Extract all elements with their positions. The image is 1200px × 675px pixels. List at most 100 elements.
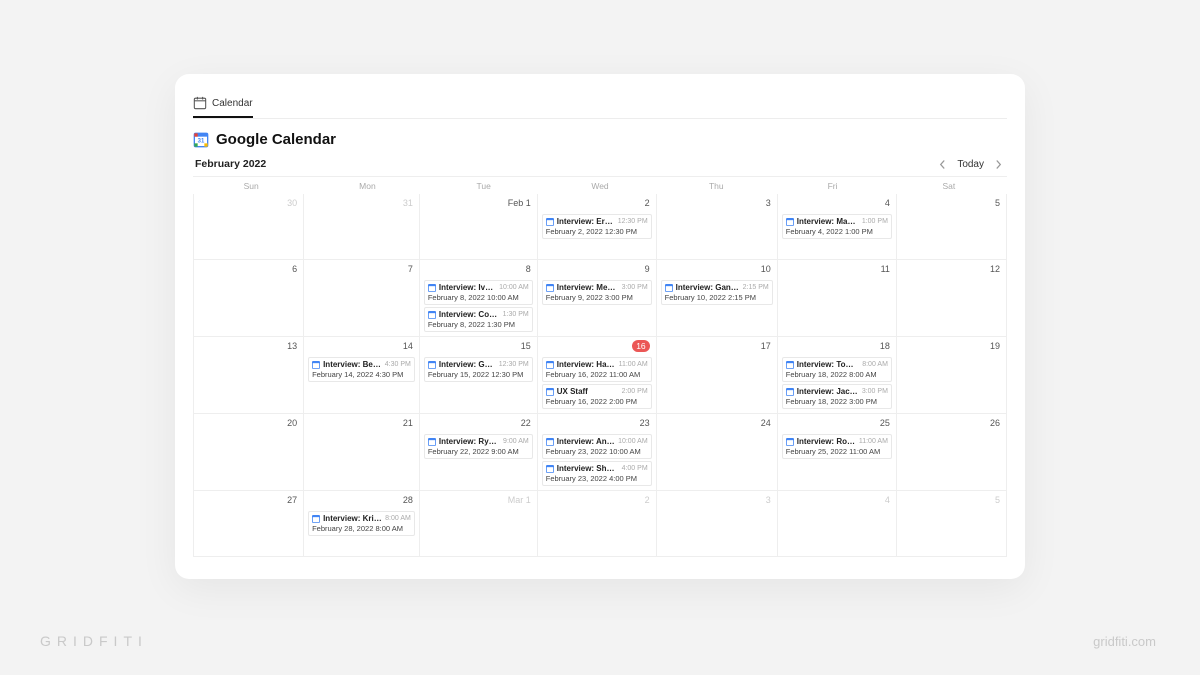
day-number: 13 [287, 341, 297, 351]
event-list: Interview: Megan ...3:00 PMFebruary 9, 2… [542, 280, 652, 305]
calendar-event[interactable]: Interview: Becca C4:30 PMFebruary 14, 20… [308, 357, 415, 382]
calendar-event[interactable]: Interview: Eric S...12:30 PMFebruary 2, … [542, 214, 652, 239]
event-time: 12:30 PM [499, 361, 529, 368]
calendar-event[interactable]: Interview: Cory Etz1:30 PMFebruary 8, 20… [424, 307, 533, 332]
day-number: 19 [990, 341, 1000, 351]
next-month-button[interactable] [992, 160, 1005, 169]
calendar-day-cell[interactable]: 22Interview: Ryan H9:00 AMFebruary 22, 2… [420, 414, 538, 491]
event-title: Interview: Cory Etz [439, 310, 500, 319]
event-source-icon [546, 465, 554, 473]
page-title: Google Calendar [216, 131, 336, 148]
calendar-event[interactable]: Interview: Jackie B3:00 PMFebruary 18, 2… [782, 384, 892, 409]
event-source-icon [312, 515, 320, 523]
calendar-event[interactable]: Interview: Kris C8:00 AMFebruary 28, 202… [308, 511, 415, 536]
current-month: February 2022 [195, 158, 266, 170]
calendar-event[interactable]: Interview: Ganesh S2:15 PMFebruary 10, 2… [661, 280, 773, 305]
event-list: Interview: Becca C4:30 PMFebruary 14, 20… [308, 357, 415, 382]
event-datetime: February 23, 2022 10:00 AM [546, 447, 648, 456]
event-datetime: February 8, 2022 1:30 PM [428, 320, 529, 329]
weekday-label: Wed [542, 177, 658, 194]
event-datetime: February 14, 2022 4:30 PM [312, 370, 411, 379]
day-number: 25 [880, 418, 890, 428]
chevron-right-icon [994, 160, 1003, 169]
calendar-day-cell[interactable]: 18Interview: Tommy L8:00 AMFebruary 18, … [778, 337, 897, 414]
calendar-day-cell[interactable]: 2 [538, 491, 657, 557]
calendar-event[interactable]: Interview: Ryan H9:00 AMFebruary 22, 202… [424, 434, 533, 459]
calendar-day-cell[interactable]: 14Interview: Becca C4:30 PMFebruary 14, … [304, 337, 420, 414]
calendar-event[interactable]: Interview: Ivan Z10:00 AMFebruary 8, 202… [424, 280, 533, 305]
event-title: Interview: Becca C [323, 360, 382, 369]
event-datetime: February 10, 2022 2:15 PM [665, 293, 769, 302]
calendar-day-cell[interactable]: 4Interview: Mandy ...1:00 PMFebruary 4, … [778, 194, 897, 260]
calendar-event[interactable]: UX Staff2:00 PMFebruary 16, 2022 2:00 PM [542, 384, 652, 409]
calendar-day-cell[interactable]: 25 Interview: Rob S11:00 AMFebruary 25, 2… [778, 414, 897, 491]
event-datetime: February 22, 2022 9:00 AM [428, 447, 529, 456]
calendar-day-cell[interactable]: 31 [304, 194, 420, 260]
calendar-event[interactable]: Interview: Galen P12:30 PMFebruary 15, 2… [424, 357, 533, 382]
calendar-day-cell[interactable]: 24 [657, 414, 778, 491]
event-list: Interview: Ganesh S2:15 PMFebruary 10, 2… [661, 280, 773, 305]
event-source-icon [546, 438, 554, 446]
calendar-day-cell[interactable]: 28 Interview: Kris C8:00 AMFebruary 28, 2… [304, 491, 420, 557]
calendar-day-cell[interactable]: 6 [194, 260, 304, 337]
day-number: 6 [292, 264, 297, 274]
event-time: 11:00 AM [619, 361, 648, 368]
calendar-day-cell[interactable]: 19 [897, 337, 1007, 414]
day-number: Feb 1 [508, 198, 531, 208]
calendar-day-cell[interactable]: Feb 1 [420, 194, 538, 260]
calendar-day-cell[interactable]: 3 [657, 194, 778, 260]
calendar-event[interactable]: Interview: Tommy L8:00 AMFebruary 18, 20… [782, 357, 892, 382]
calendar-day-cell[interactable]: 3 [657, 491, 778, 557]
calendar-day-cell[interactable]: 13 [194, 337, 304, 414]
day-number: 3 [766, 495, 771, 505]
calendar-event[interactable]: Interview: Hanna...11:00 AMFebruary 16, … [542, 357, 652, 382]
day-number: 5 [995, 198, 1000, 208]
day-number: 11 [881, 264, 890, 274]
event-title: Interview: Eric S... [557, 217, 615, 226]
calendar-day-cell[interactable]: 8Interview: Ivan Z10:00 AMFebruary 8, 20… [420, 260, 538, 337]
event-time: 2:15 PM [743, 284, 769, 291]
calendar-day-cell[interactable]: 16Interview: Hanna...11:00 AMFebruary 16… [538, 337, 657, 414]
event-source-icon [546, 218, 554, 226]
calendar-event[interactable]: Interview: Mandy ...1:00 PMFebruary 4, 2… [782, 214, 892, 239]
calendar-day-cell[interactable]: 30 [194, 194, 304, 260]
calendar-event[interactable]: Interview: Angeli...10:00 AMFebruary 23,… [542, 434, 652, 459]
weekday-header: SunMonTueWedThuFriSat [193, 176, 1007, 194]
calendar-day-cell[interactable]: 15Interview: Galen P12:30 PMFebruary 15,… [420, 337, 538, 414]
calendar-day-cell[interactable]: 5 [897, 491, 1007, 557]
calendar-day-cell[interactable]: 21 [304, 414, 420, 491]
event-list: Interview: Eric S...12:30 PMFebruary 2, … [542, 214, 652, 239]
event-title: Interview: Megan ... [557, 283, 619, 292]
calendar-event[interactable]: Interview: Shalini L4:00 PMFebruary 23, … [542, 461, 652, 486]
calendar-day-cell[interactable]: 27 [194, 491, 304, 557]
calendar-event[interactable]: Interview: Rob S11:00 AMFebruary 25, 202… [782, 434, 892, 459]
calendar-day-cell[interactable]: 23 Interview: Angeli...10:00 AMFebruary 2… [538, 414, 657, 491]
calendar-day-cell[interactable]: Mar 1 [420, 491, 538, 557]
calendar-day-cell[interactable]: 20 [194, 414, 304, 491]
prev-month-button[interactable] [936, 160, 949, 169]
day-number: 28 [403, 495, 413, 505]
calendar-event[interactable]: Interview: Megan ...3:00 PMFebruary 9, 2… [542, 280, 652, 305]
calendar-day-cell[interactable]: 9Interview: Megan ...3:00 PMFebruary 9, … [538, 260, 657, 337]
calendar-day-cell[interactable]: 10 Interview: Ganesh S2:15 PMFebruary 10,… [657, 260, 778, 337]
calendar-day-cell[interactable]: 12 [897, 260, 1007, 337]
event-source-icon [428, 311, 436, 319]
weekday-label: Tue [426, 177, 542, 194]
day-number: 10 [761, 264, 771, 274]
day-number: 23 [640, 418, 650, 428]
day-number: 30 [287, 198, 297, 208]
event-time: 10:00 AM [618, 438, 648, 445]
event-datetime: February 16, 2022 2:00 PM [546, 397, 648, 406]
calendar-day-cell[interactable]: 17 [657, 337, 778, 414]
calendar-day-cell[interactable]: 4 [778, 491, 897, 557]
calendar-day-cell[interactable]: 2Interview: Eric S...12:30 PMFebruary 2,… [538, 194, 657, 260]
event-source-icon [786, 361, 794, 369]
tab-calendar[interactable]: Calendar [193, 92, 253, 118]
calendar-day-cell[interactable]: 5 [897, 194, 1007, 260]
today-button[interactable]: Today [957, 159, 984, 170]
event-time: 3:00 PM [862, 388, 888, 395]
calendar-day-cell[interactable]: 11 [778, 260, 897, 337]
calendar-day-cell[interactable]: 7 [304, 260, 420, 337]
day-number: 21 [403, 418, 413, 428]
calendar-day-cell[interactable]: 26 [897, 414, 1007, 491]
